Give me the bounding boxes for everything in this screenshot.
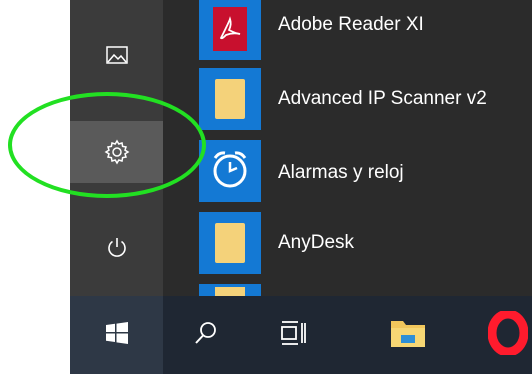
list-item[interactable]: AnyDesk	[163, 212, 532, 276]
power-button[interactable]	[70, 216, 163, 278]
search-button[interactable]	[166, 296, 246, 374]
screen: Adobe Reader XI Advanced IP Scanner v2 A…	[0, 0, 532, 374]
app-tile	[199, 68, 261, 130]
app-tile	[199, 212, 261, 274]
opera-button[interactable]	[478, 296, 532, 374]
task-view-button[interactable]	[254, 296, 334, 374]
settings-button[interactable]	[70, 121, 163, 183]
file-explorer-button[interactable]	[366, 296, 450, 374]
windows-logo-icon	[105, 321, 129, 350]
folder-icon	[215, 223, 245, 263]
list-item[interactable]: Advanced IP Scanner v2	[163, 66, 532, 130]
list-item[interactable]: Adobe Reader XI	[163, 0, 532, 60]
app-tile	[199, 284, 261, 296]
file-explorer-icon	[389, 317, 427, 354]
opera-icon	[487, 309, 529, 360]
picture-icon	[105, 46, 128, 64]
gear-icon	[104, 139, 130, 165]
app-label: Alarmas y reloj	[278, 162, 404, 183]
alarm-clock-icon	[208, 147, 252, 196]
start-button[interactable]	[70, 296, 163, 374]
pictures-button[interactable]	[70, 24, 163, 86]
power-icon	[106, 236, 128, 258]
app-list: Adobe Reader XI Advanced IP Scanner v2 A…	[163, 0, 532, 296]
folder-icon	[215, 79, 245, 119]
app-label: Advanced IP Scanner v2	[278, 88, 487, 109]
search-icon	[193, 320, 219, 351]
start-menu-rail	[70, 0, 163, 296]
list-item[interactable]	[163, 284, 532, 296]
app-tile	[199, 140, 261, 202]
taskbar	[70, 296, 532, 374]
app-label: Adobe Reader XI	[278, 14, 424, 35]
adobe-reader-icon	[213, 7, 247, 51]
app-label: AnyDesk	[278, 232, 355, 253]
app-tile	[199, 0, 261, 60]
list-item[interactable]: Alarmas y reloj	[163, 140, 532, 204]
task-view-icon	[280, 320, 308, 351]
folder-icon	[215, 287, 245, 296]
